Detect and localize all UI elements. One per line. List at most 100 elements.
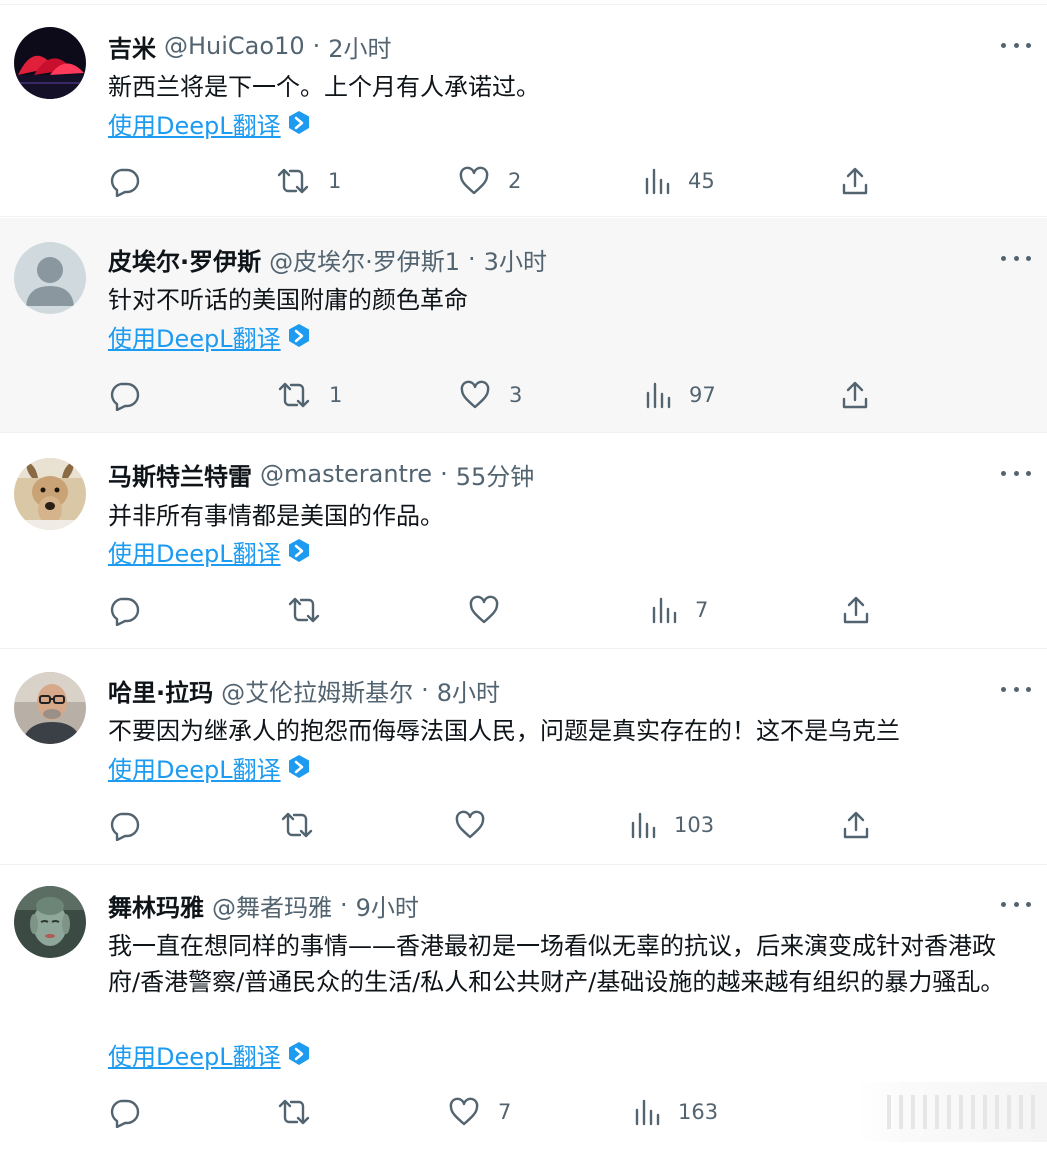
tweet-header: 吉米 @HuiCao10 · 2小时 [108, 29, 392, 63]
heart-icon [448, 1096, 480, 1128]
more-dots-icon[interactable] [1001, 246, 1031, 270]
reply-feed: 吉米 @HuiCao10 · 2小时 新西兰将是下一个。上个月有人承诺过。 使用… [0, 0, 1047, 1152]
watermark-fade [857, 1082, 1047, 1142]
repost-button[interactable] [287, 590, 321, 630]
repost-button[interactable]: 1 [277, 375, 342, 415]
translate-link[interactable]: 使用DeepL翻译 [108, 106, 311, 140]
timestamp[interactable]: 55分钟 [456, 457, 535, 492]
reply-button[interactable] [108, 590, 140, 630]
repost-arrows-icon [276, 165, 310, 197]
like-button[interactable]: 2 [458, 161, 521, 201]
tweet-5[interactable]: 舞林玛雅 @舞者玛雅 · 9小时 我一直在想同样的事情——香港最初是一场看似无辜… [0, 866, 1047, 1152]
like-button[interactable] [468, 590, 500, 630]
tweet-text: 我一直在想同样的事情——香港最初是一场看似无辜的抗议，后来演变成针对香港政府/香… [108, 932, 1005, 996]
tweet-text: 针对不听话的美国附庸的颜色革命 [108, 286, 468, 314]
share-button[interactable] [841, 161, 869, 201]
heart-icon [468, 594, 500, 626]
bar-chart-icon [630, 811, 656, 839]
speech-bubble-icon [108, 1096, 140, 1128]
speech-bubble-icon [108, 594, 140, 626]
avatar[interactable] [14, 242, 86, 314]
user-handle[interactable]: @皮埃尔·罗伊斯1 [269, 242, 460, 277]
avatar[interactable] [14, 886, 86, 958]
share-upload-icon [842, 810, 870, 840]
tweet-1[interactable]: 吉米 @HuiCao10 · 2小时 新西兰将是下一个。上个月有人承诺过。 使用… [0, 4, 1047, 217]
display-name[interactable]: 哈里·拉玛 [108, 673, 213, 708]
heart-icon [459, 379, 491, 411]
avatar[interactable] [14, 672, 86, 744]
heart-icon [454, 809, 486, 841]
share-button[interactable] [842, 590, 870, 630]
share-upload-icon [841, 166, 869, 196]
more-dots-icon[interactable] [1001, 461, 1031, 485]
avatar[interactable] [14, 458, 86, 530]
timestamp[interactable]: 8小时 [437, 673, 500, 708]
reply-button[interactable] [108, 375, 140, 415]
repost-button[interactable] [277, 1092, 311, 1132]
tweet-header: 舞林玛雅 @舞者玛雅 · 9小时 [108, 888, 419, 922]
more-dots-icon[interactable] [1001, 677, 1031, 701]
deepl-badge-icon [287, 754, 311, 780]
like-button[interactable]: 7 [448, 1092, 511, 1132]
views-button[interactable]: 97 [645, 375, 716, 415]
tweet-4[interactable]: 哈里·拉玛 @艾伦拉姆斯基尔 · 8小时 不要因为继承人的抱怨而侮辱法国人民，问… [0, 650, 1047, 865]
view-count: 45 [688, 169, 715, 193]
repost-arrows-icon [287, 594, 321, 626]
display-name[interactable]: 吉米 [108, 29, 156, 64]
views-button[interactable]: 45 [644, 161, 715, 201]
timestamp[interactable]: 2小时 [328, 29, 391, 64]
tweet-3[interactable]: 马斯特兰特雷 @masterantre · 55分钟 并非所有事情都是美国的作品… [0, 434, 1047, 649]
repost-arrows-icon [280, 809, 314, 841]
repost-button[interactable]: 1 [276, 161, 341, 201]
more-dots-icon[interactable] [1001, 33, 1031, 57]
user-handle[interactable]: @舞者玛雅 [212, 888, 332, 923]
views-button[interactable]: 103 [630, 805, 714, 845]
display-name[interactable]: 马斯特兰特雷 [108, 457, 252, 492]
repost-count: 1 [328, 169, 342, 193]
views-button[interactable]: 7 [651, 590, 708, 630]
user-handle[interactable]: @艾伦拉姆斯基尔 [221, 673, 413, 708]
translate-link[interactable]: 使用DeepL翻译 [108, 534, 311, 568]
share-button[interactable] [841, 375, 869, 415]
display-name[interactable]: 舞林玛雅 [108, 888, 204, 923]
deepl-badge-icon [287, 110, 311, 136]
tweet-2[interactable]: 皮埃尔·罗伊斯 @皮埃尔·罗伊斯1 · 3小时 针对不听话的美国附庸的颜色革命 … [0, 218, 1047, 433]
repost-button[interactable] [280, 805, 314, 845]
share-button[interactable] [842, 805, 870, 845]
tweet-header: 皮埃尔·罗伊斯 @皮埃尔·罗伊斯1 · 3小时 [108, 242, 547, 276]
like-button[interactable]: 3 [459, 375, 522, 415]
action-bar: 7 [0, 590, 1047, 630]
view-count: 7 [695, 598, 709, 622]
separator-dot: · [312, 32, 321, 60]
repost-arrows-icon [277, 1096, 311, 1128]
avatar[interactable] [14, 27, 86, 99]
tweet-text: 新西兰将是下一个。上个月有人承诺过。 [108, 73, 540, 101]
views-button[interactable]: 163 [634, 1092, 718, 1132]
more-dots-icon[interactable] [1001, 892, 1031, 916]
bar-chart-icon [634, 1098, 660, 1126]
translate-link[interactable]: 使用DeepL翻译 [108, 1037, 311, 1071]
user-handle[interactable]: @HuiCao10 [164, 32, 305, 60]
separator-dot: · [340, 891, 348, 919]
separator-dot: · [440, 460, 448, 488]
translate-label: 使用DeepL翻译 [108, 1042, 281, 1071]
translate-label: 使用DeepL翻译 [108, 111, 281, 140]
translate-link[interactable]: 使用DeepL翻译 [108, 319, 311, 353]
like-button[interactable] [454, 805, 486, 845]
speech-bubble-icon [108, 379, 140, 411]
tweet-header: 哈里·拉玛 @艾伦拉姆斯基尔 · 8小时 [108, 673, 500, 707]
user-handle[interactable]: @masterantre [260, 460, 432, 488]
display-name[interactable]: 皮埃尔·罗伊斯 [108, 242, 261, 277]
timestamp[interactable]: 3小时 [484, 242, 547, 277]
reply-button[interactable] [108, 161, 140, 201]
repost-arrows-icon [277, 379, 311, 411]
timestamp[interactable]: 9小时 [356, 888, 419, 923]
translate-link[interactable]: 使用DeepL翻译 [108, 750, 311, 784]
share-upload-icon [842, 595, 870, 625]
reply-button[interactable] [108, 1092, 140, 1132]
like-count: 7 [498, 1100, 512, 1124]
translate-label: 使用DeepL翻译 [108, 324, 281, 353]
reply-button[interactable] [108, 805, 140, 845]
tweet-header: 马斯特兰特雷 @masterantre · 55分钟 [108, 457, 534, 491]
bar-chart-icon [644, 167, 670, 195]
